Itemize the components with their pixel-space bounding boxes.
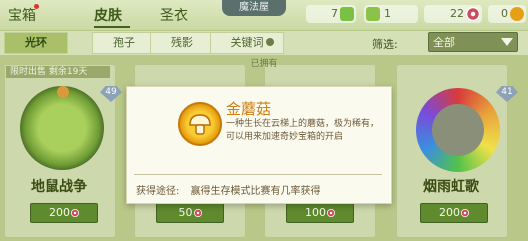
mole-icon [57,86,69,98]
owned-label: 已拥有 [250,59,278,69]
source-text: 赢得生存模式比赛有几率获得 [190,186,321,197]
resource-tickets: 1 [364,5,418,23]
halo-preview-mole-war [20,86,104,170]
resource-coins: 0 [488,5,526,23]
buy-button[interactable]: 100 [286,203,354,223]
subtab-afterimage[interactable]: 残影 [150,32,214,54]
subtab-halo[interactable]: 光环 [4,32,68,54]
buy-button[interactable]: 50 [156,203,224,223]
price-value: 100 [305,206,326,219]
gem-icon [340,7,354,21]
mushroom-icon [189,114,211,135]
active-tab-underline [94,26,130,28]
skin-name: 地鼠战争 [31,179,87,195]
notification-dot [34,4,39,9]
tickets-count: 1 [384,7,391,20]
candy-icon [71,209,79,217]
keyword-icon [266,38,274,46]
popup-description: 一种生长在云梯上的蘑菇，极为稀有，可以用来加速奇妙宝箱的开启 [226,119,380,142]
resource-gems: 7 [306,5,356,23]
candy-icon [461,209,469,217]
popup-title: 金蘑菇 [226,100,272,118]
price-value: 200 [49,206,70,219]
popup-divider [134,174,382,175]
magic-house-badge: 魔法屋 [222,0,286,16]
price-value: 200 [439,206,460,219]
tab-chest[interactable]: 宝箱 [8,5,36,25]
filter-label: 筛选: [372,38,398,51]
skin-name: 烟雨虹歌 [423,179,479,195]
popup-source: 获得途径: 赢得生存模式比赛有几率获得 [136,182,321,197]
price-value: 50 [178,206,193,219]
candy-icon [466,7,480,21]
candy-count: 22 [450,7,464,20]
tab-holy-clothes[interactable]: 圣衣 [160,5,188,25]
gems-count: 7 [331,7,338,20]
halo-preview-center [432,104,484,156]
coins-count: 0 [501,7,508,20]
ticket-icon [366,7,380,21]
buy-button[interactable]: 200 [30,203,98,223]
dropdown-arrow-icon[interactable] [501,38,513,46]
buy-button[interactable]: 200 [420,203,488,223]
candy-icon [193,209,202,217]
coin-icon [510,7,524,21]
source-label: 获得途径: [136,186,180,197]
subtab-spore[interactable]: 孢子 [92,32,156,54]
golden-mushroom-icon [178,102,222,146]
candy-icon [327,209,335,217]
tab-skin[interactable]: 皮肤 [94,5,122,25]
limited-time-banner: 限时出售 剩余19天 [6,66,110,78]
resource-candy: 22 [424,5,482,23]
